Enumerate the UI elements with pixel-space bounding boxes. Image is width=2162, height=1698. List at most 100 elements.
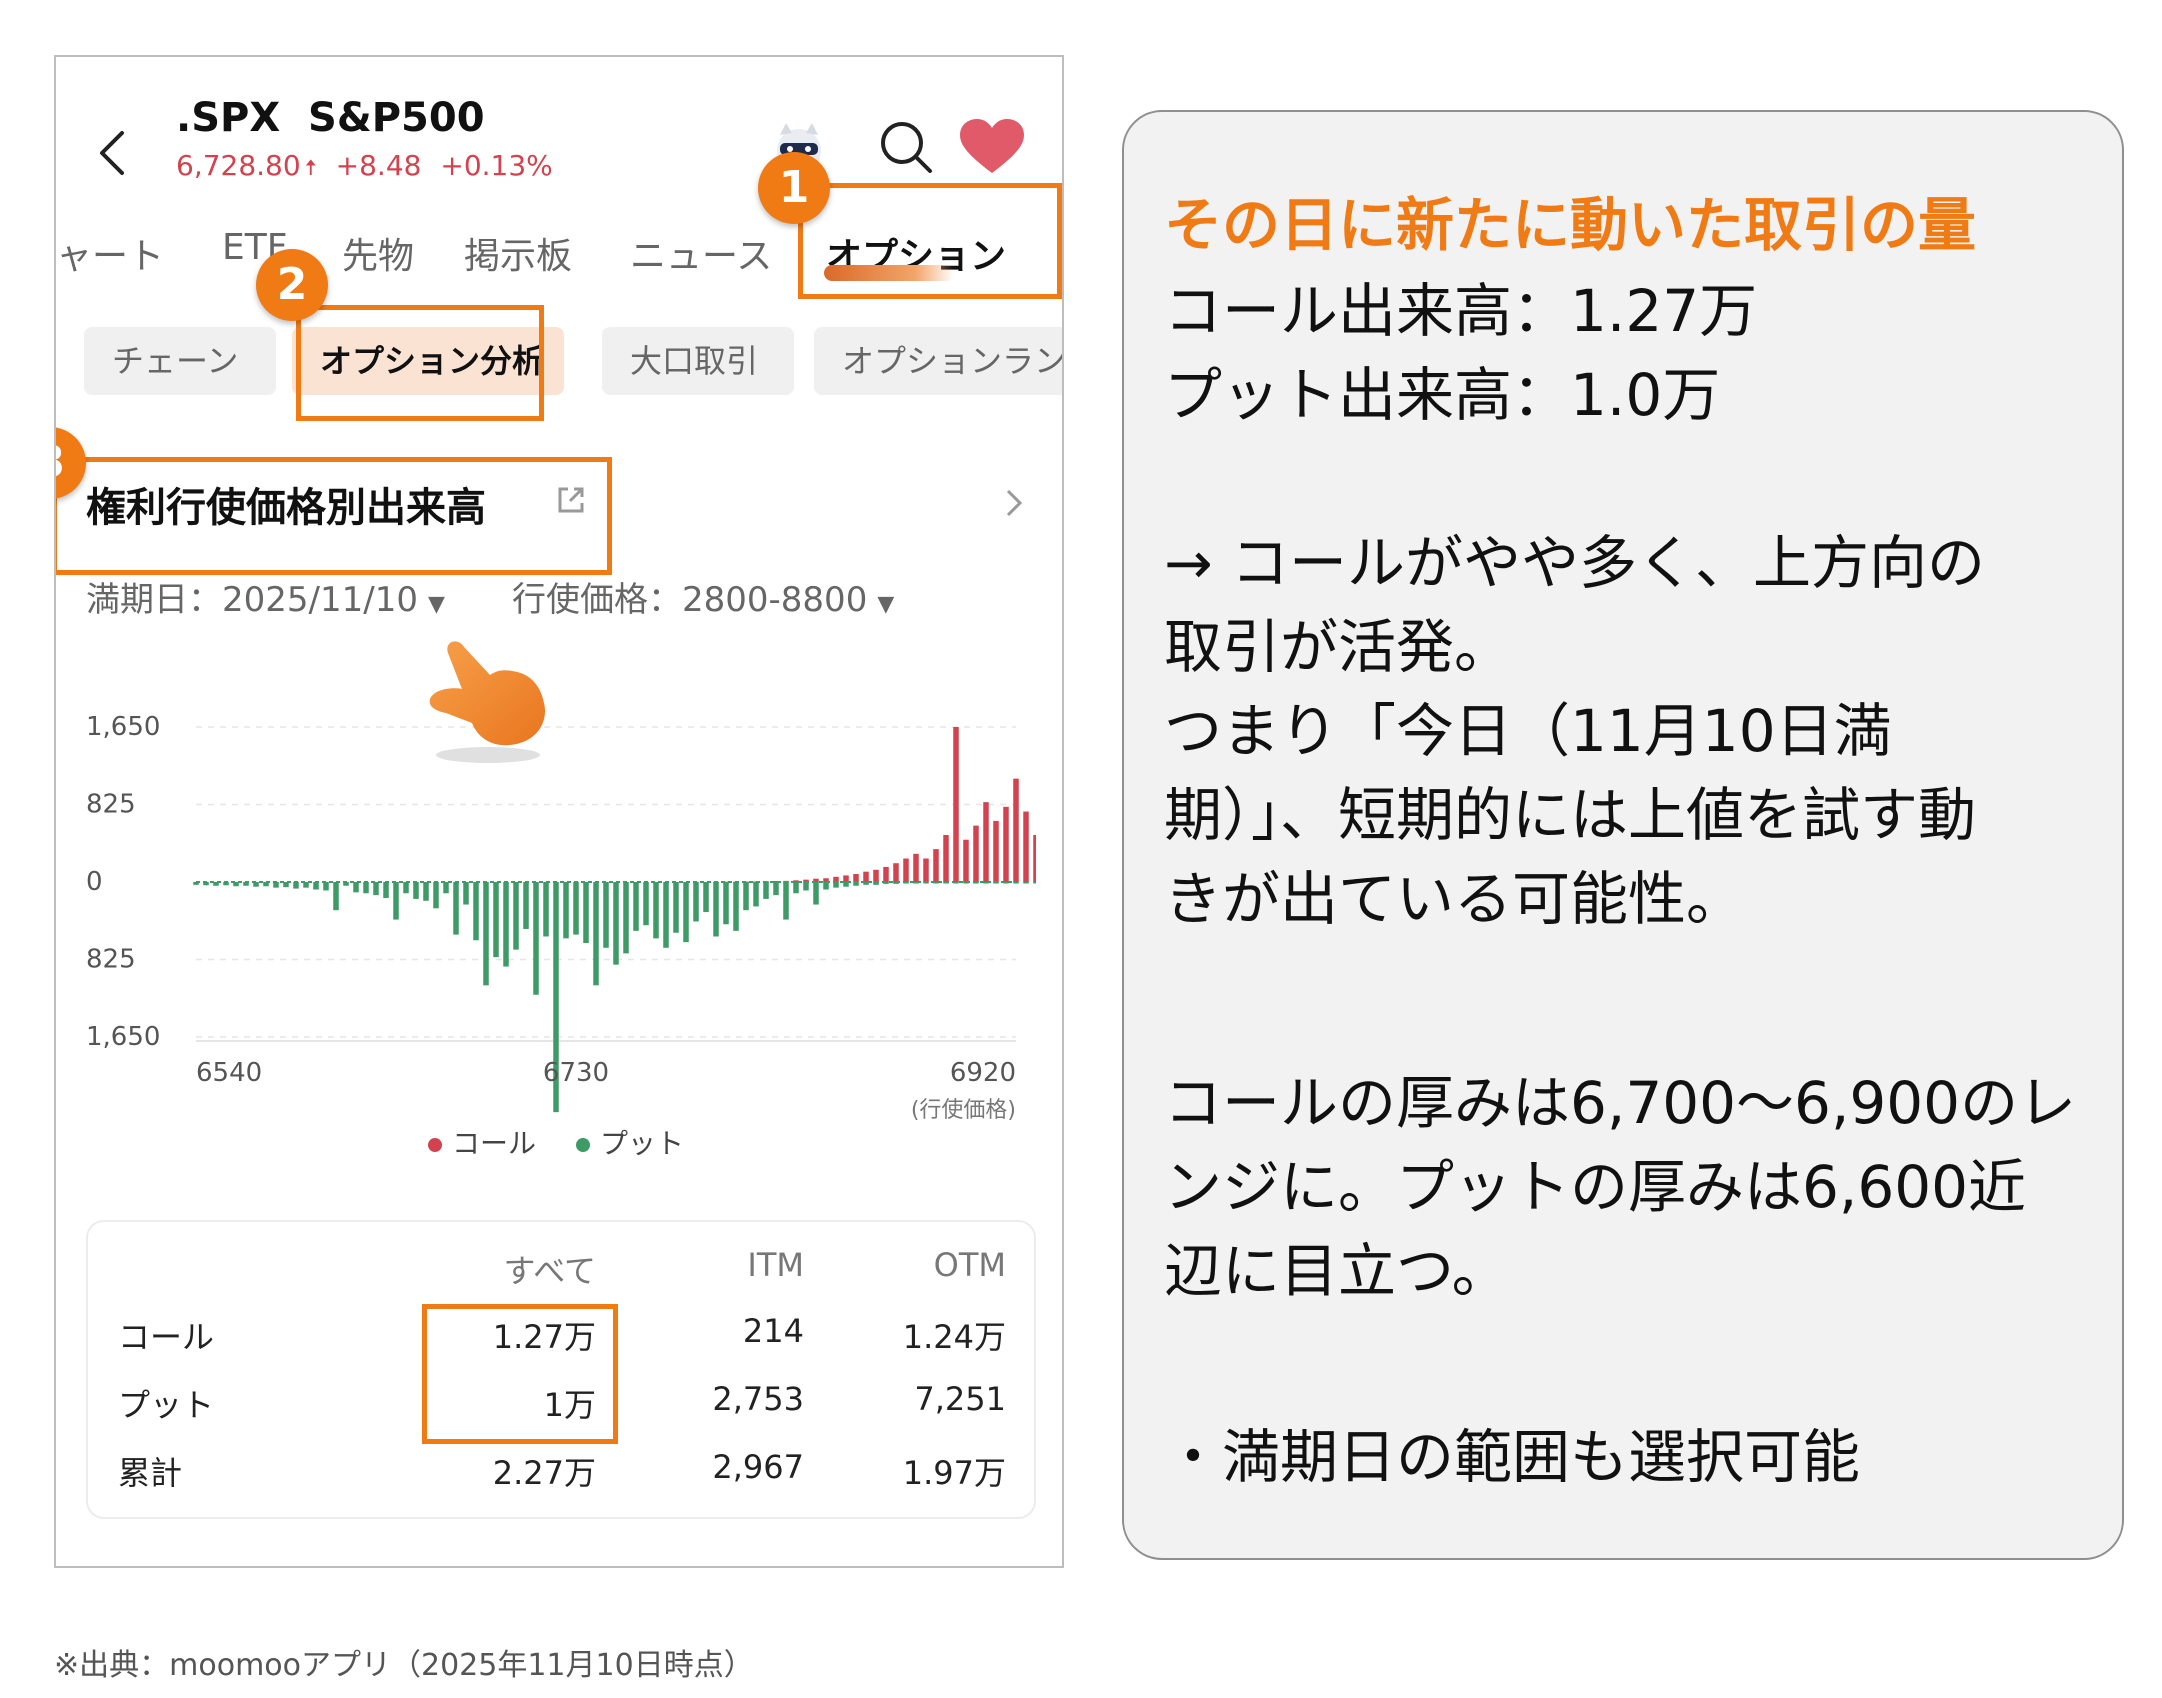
put-bar [683,882,689,943]
price-change-pct: +0.13% [440,149,553,182]
app-screenshot: .SPX S&P500 6,728.80 🠅 +8.48 +0.13% ャート E… [54,55,1064,1568]
explanation-line: コール出来高：1.27万 [1164,277,1758,345]
put-bar [723,882,729,925]
search-icon[interactable] [874,115,938,179]
call-bar [943,835,949,882]
explanation-line: きが出ている可能性。 [1164,865,1745,933]
chevron-right-icon[interactable] [996,483,1032,523]
put-bar [783,882,789,920]
back-arrow-icon[interactable] [78,117,148,187]
highlight-section-title [56,457,612,575]
y-tick-label: 825 [86,790,136,820]
y-tick-label: 1,650 [86,712,160,742]
call-bar [993,820,999,882]
put-bar [533,882,539,995]
legend-call-label: コール [452,1127,537,1160]
put-bar [1033,882,1036,884]
call-bar [1033,835,1036,882]
legend-put-label: プット [600,1127,685,1160]
put-bar [623,882,629,954]
put-bar [693,882,699,922]
put-bar [1023,882,1029,884]
legend-put-dot [576,1138,590,1152]
chip-block-trades[interactable]: 大口取引 [602,327,794,395]
put-bar [643,882,649,926]
chip-chain[interactable]: チェーン [84,327,276,395]
put-bar [313,882,319,890]
put-bar [633,882,639,931]
explanation-line: 期）」、短期的には上値を試す動 [1164,781,1977,849]
explanation-line: 取引が活発。 [1164,613,1513,681]
caret-down-icon: ▼ [877,592,895,617]
put-bar [563,882,569,939]
call-bar [863,871,869,882]
pointing-hand-icon [429,641,545,763]
call-bar [973,825,979,882]
step-badge-1: 1 [758,152,830,224]
put-bar [443,882,449,894]
put-bar [543,882,549,937]
put-bar [663,882,669,948]
put-bar [363,882,369,894]
instrument-title: .SPX S&P500 [176,95,485,141]
call-bar [853,874,859,882]
put-bar [733,882,739,931]
put-bar [463,882,469,905]
explanation-panel: その日に新たに動いた取引の量 コール出来高：1.27万 プット出来高：1.0万 … [1122,110,2124,1560]
put-bar [773,882,779,896]
heart-icon[interactable] [956,115,1028,179]
explanation-line: ンジに。プットの厚みは6,600近 [1164,1153,2027,1221]
strike-filter-label: 行使価格：2800-8800 [512,580,868,620]
put-bar [713,882,719,937]
put-bar [523,882,529,929]
put-bar [813,882,819,905]
put-bar [323,882,329,891]
price-quote: 6,728.80 🠅 +8.48 +0.13% [176,149,563,189]
put-bar [793,882,799,894]
step-badge-2: 2 [256,249,328,321]
call-bar [913,853,919,882]
put-bar [493,882,499,958]
chip-option-ranking[interactable]: オプションラン [814,327,1062,395]
call-bar [1023,811,1029,882]
put-bar [513,882,519,950]
call-bar [963,839,969,882]
instrument-name: S&P500 [308,95,485,141]
ticker: .SPX [176,95,281,141]
price-change: +8.48 [335,149,422,182]
table-cell: 1.24万 [902,1318,1006,1356]
call-bar [893,863,899,882]
put-bar [333,882,339,911]
legend-call-dot [428,1138,442,1152]
expiry-filter-label: 満期日：2025/11/10 [86,580,418,620]
explanation-line: ・満期日の範囲も選択可能 [1164,1423,1861,1491]
strike-volume-chart: 1,650 825 0 825 1,650 6540 6730 6920 (行使価格) [86,712,1036,1123]
put-bar [743,882,749,911]
tab-board[interactable]: 掲示板 [464,227,572,279]
call-bar [883,866,889,882]
put-bar [593,882,599,986]
table-row-label: 累計 [118,1454,183,1492]
put-bar [823,882,829,890]
up-arrow-icon: 🠅 [304,156,317,181]
table-header-all: すべて [503,1252,596,1290]
table-header-itm: ITM [747,1246,804,1284]
tab-news[interactable]: ニュース [630,227,772,279]
put-bar [473,882,479,941]
table-cell: 2,753 [712,1380,804,1418]
tab-chart[interactable]: ャート [56,227,164,279]
expiry-filter[interactable]: 満期日：2025/11/10 ▼ [86,572,445,621]
put-bar [483,882,489,986]
put-bar [383,882,389,898]
put-bar [753,882,759,907]
table-cell: 2.27万 [492,1454,596,1492]
put-bar [413,882,419,899]
put-bar [453,882,459,935]
x-axis-label: (行使価格) [911,1098,1016,1123]
put-bar [433,882,439,909]
legend-call: コール [428,1122,536,1162]
tab-futures[interactable]: 先物 [342,227,414,279]
put-bar [573,882,579,935]
x-tick-label: 6920 [950,1058,1016,1088]
strike-filter[interactable]: 行使価格：2800-8800 ▼ [512,572,894,621]
